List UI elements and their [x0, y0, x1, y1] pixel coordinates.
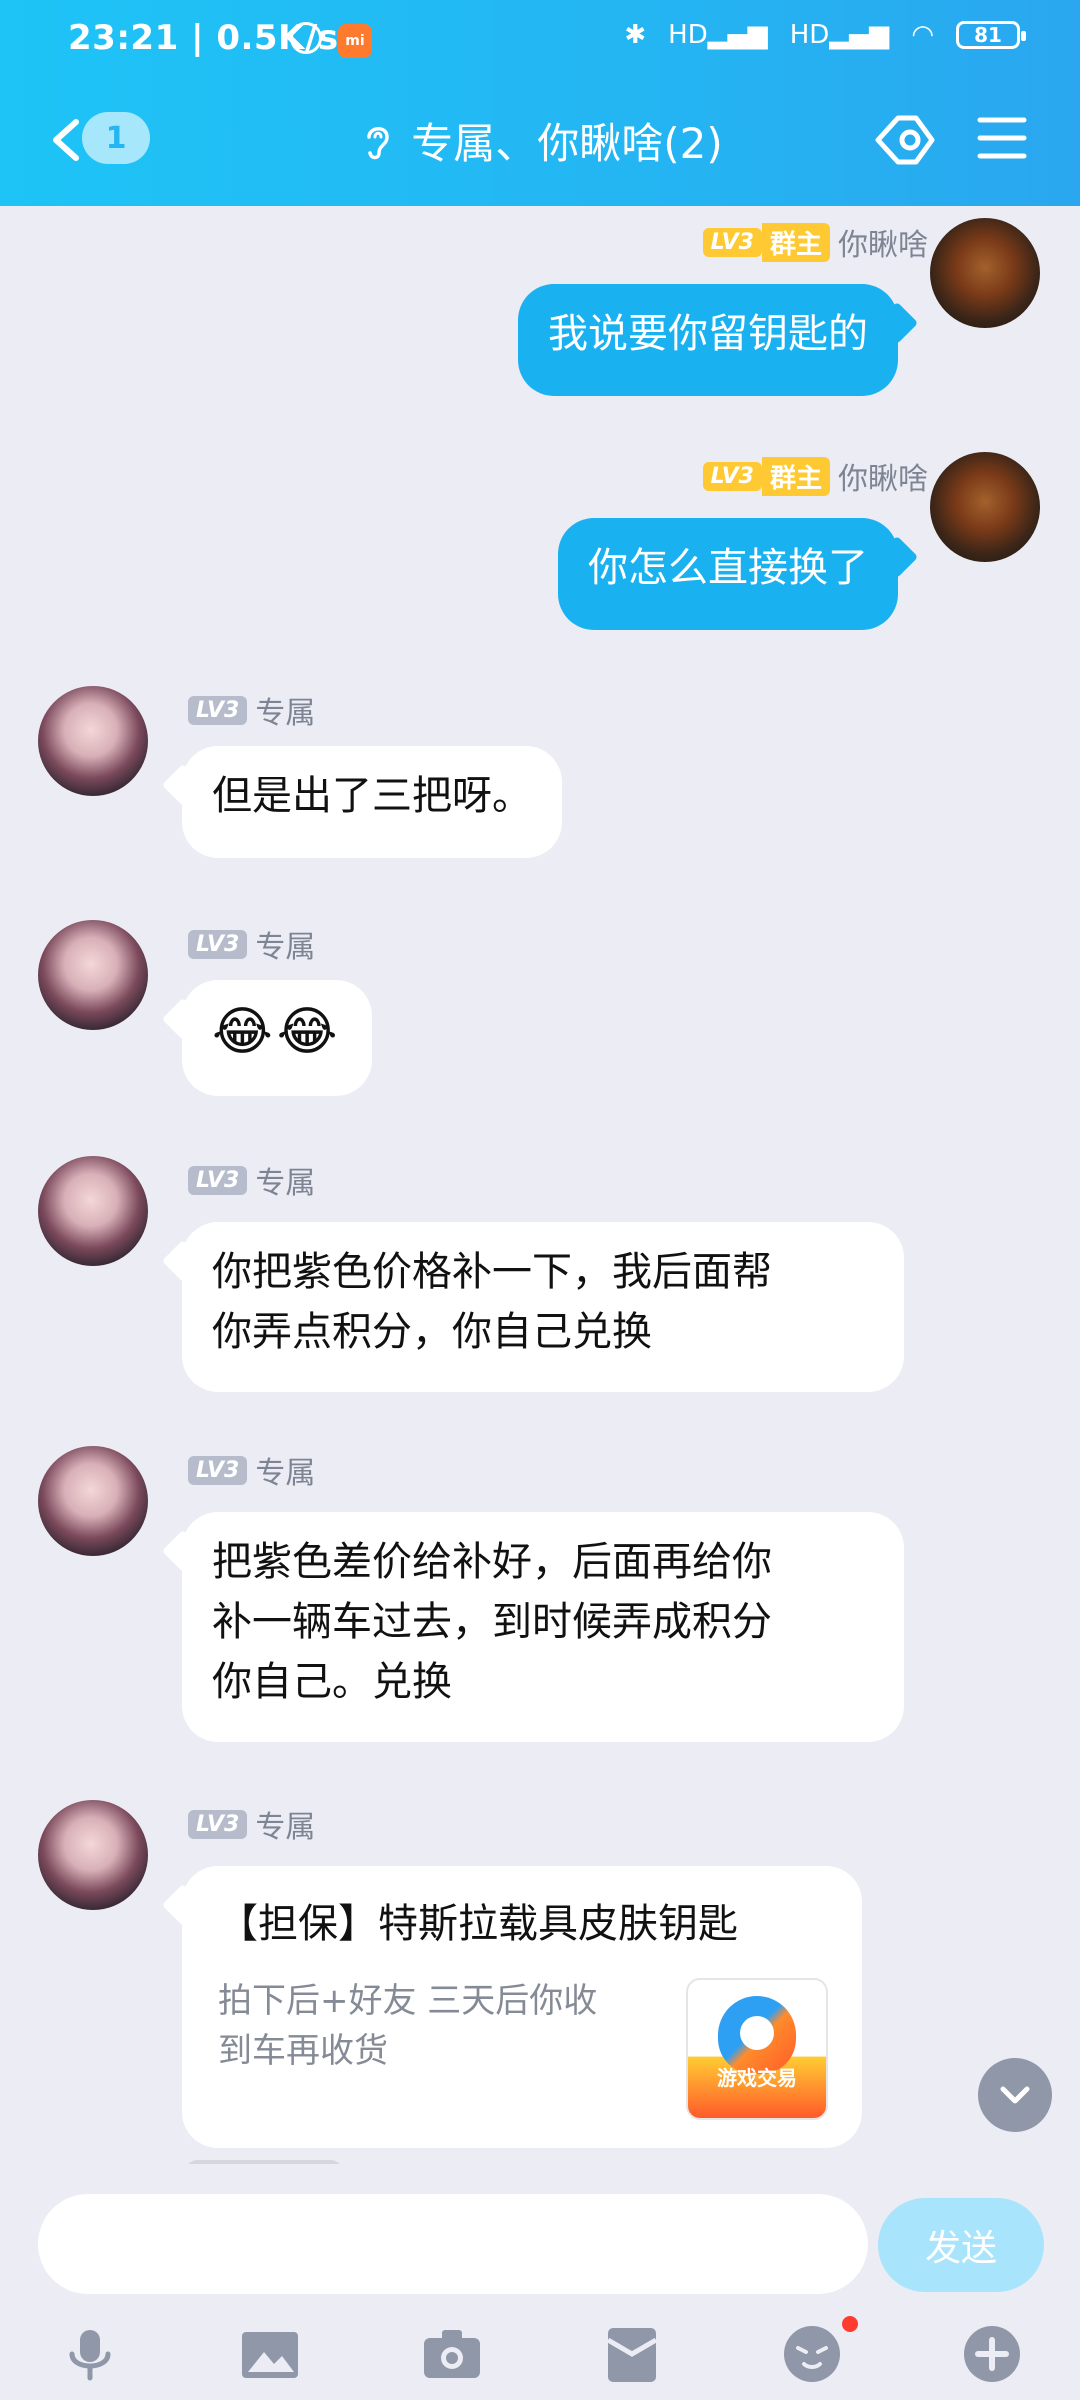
signal-icon: HD▂▄▆ — [668, 20, 768, 50]
avatar[interactable] — [38, 1800, 148, 1910]
image-icon — [242, 2332, 298, 2378]
avatar[interactable] — [38, 1156, 148, 1266]
sender-name[interactable]: 你瞅啥 — [838, 220, 928, 264]
level-badge: LV3 — [702, 227, 762, 257]
emoji-icon — [784, 2326, 840, 2382]
tag-icon — [875, 115, 935, 165]
avatar[interactable] — [38, 686, 148, 796]
level-badge: LV3 — [188, 1809, 248, 1839]
emoji-button[interactable] — [780, 2322, 844, 2386]
ear-icon — [367, 126, 390, 159]
mi-app-icon: mi — [338, 24, 372, 58]
avatar[interactable] — [930, 452, 1040, 562]
notification-dot — [842, 2316, 858, 2332]
sender-name[interactable]: 专属 — [255, 922, 315, 966]
sender-meta: LV3 专属 — [188, 1802, 315, 1846]
owner-badge: 群主 — [761, 222, 830, 262]
send-button[interactable]: 发送 — [878, 2198, 1044, 2292]
menu-button[interactable] — [974, 110, 1030, 166]
message-list[interactable]: LV3 群主 你瞅啥 我说要你留钥匙的 LV3 群主 你瞅啥 你怎么直接换了 L… — [0, 206, 1080, 2164]
voice-button[interactable] — [58, 2322, 122, 2386]
battery-level: 81 — [974, 23, 1002, 47]
emoji-message: 😂😂 — [212, 1002, 342, 1062]
message-bubble[interactable]: 把紫色差价给补好，后面再给你 补一辆车过去，到时候弄成积分 你自己。兑换 — [182, 1512, 904, 1742]
sender-meta: LV3 专属 — [188, 922, 315, 966]
message-line: 把紫色差价给补好，后面再给你 — [212, 1539, 772, 1585]
message-bubble[interactable]: 我说要你留钥匙的 — [518, 284, 898, 396]
sender-meta: LV3 专属 — [188, 688, 315, 732]
bluetooth-icon: ✱ — [624, 20, 647, 50]
red-packet-button[interactable] — [600, 2322, 664, 2386]
message-bubble[interactable]: 😂😂 — [182, 980, 372, 1096]
more-button[interactable] — [960, 2322, 1024, 2386]
message-line: 补一辆车过去，到时候弄成积分 — [212, 1599, 772, 1645]
message-text: 你怎么直接换了 — [588, 545, 868, 591]
camera-button[interactable] — [420, 2322, 484, 2386]
sender-name[interactable]: 你瞅啥 — [838, 454, 928, 498]
chevron-down-icon — [1000, 2086, 1030, 2104]
card-desc-line: 拍下后+好友 三天后你收 — [218, 1981, 598, 2021]
microphone-icon — [69, 2330, 111, 2381]
level-badge: LV3 — [188, 695, 248, 725]
sender-meta: LV3 专属 — [188, 1158, 315, 1202]
level-badge: LV3 — [188, 1455, 248, 1485]
message-bubble[interactable]: 你怎么直接换了 — [558, 518, 898, 630]
battery-icon: 81 — [956, 21, 1026, 49]
sender-name[interactable]: 专属 — [255, 688, 315, 732]
red-packet-icon — [606, 2328, 658, 2382]
sender-name[interactable]: 专属 — [255, 1802, 315, 1846]
avatar[interactable] — [38, 1446, 148, 1556]
message-bubble[interactable]: 但是出了三把呀。 — [182, 746, 562, 858]
alarm-icon — [290, 22, 322, 54]
wifi-icon: ◠ — [911, 20, 934, 50]
input-toolbar — [0, 2310, 1080, 2400]
signal-icon-2: HD▂▄▆ — [789, 20, 890, 50]
card-desc-line: 到车再收货 — [218, 2031, 388, 2071]
camera-icon — [424, 2330, 480, 2378]
input-bar: 发送 — [0, 2164, 1080, 2400]
plus-icon — [964, 2326, 1020, 2382]
image-button[interactable] — [238, 2322, 302, 2386]
hamburger-icon — [977, 117, 1027, 159]
avatar[interactable] — [38, 920, 148, 1030]
message-line: 你把紫色价格补一下，我后面帮 — [212, 1249, 772, 1295]
card-title: 【担保】特斯拉载具皮肤钥匙 — [218, 1894, 826, 1954]
owner-badge: 群主 — [761, 456, 830, 496]
message-line: 你弄点积分，你自己兑换 — [212, 1309, 652, 1355]
sender-meta: LV3 群主 你瞅啥 — [702, 220, 928, 264]
status-bar: 23:21 | 0.5K/s mi ✱ HD▂▄▆ HD▂▄▆ ◠ 81 — [0, 0, 1080, 84]
status-time-value: 23:21 — [68, 18, 179, 58]
level-badge: LV3 — [188, 1165, 248, 1195]
message-line: 你自己。兑换 — [212, 1659, 452, 1705]
title-bar: 1 专属、你瞅啥(2) — [0, 84, 1080, 206]
level-badge: LV3 — [702, 461, 762, 491]
chat-header: 23:21 | 0.5K/s mi ✱ HD▂▄▆ HD▂▄▆ ◠ 81 1 专… — [0, 0, 1080, 206]
avatar[interactable] — [930, 218, 1040, 328]
message-text: 但是出了三把呀。 — [212, 773, 532, 819]
sender-name[interactable]: 专属 — [255, 1448, 315, 1492]
scroll-to-bottom-button[interactable] — [978, 2058, 1052, 2132]
sender-name[interactable]: 专属 — [255, 1158, 315, 1202]
level-badge: LV3 — [188, 929, 248, 959]
message-text: 我说要你留钥匙的 — [548, 311, 868, 357]
sender-meta: LV3 群主 你瞅啥 — [702, 454, 928, 498]
network-type-1: HD — [668, 20, 708, 50]
logo-caption: 游戏交易 — [717, 2066, 797, 2090]
game-trade-logo: 游戏交易 — [686, 1978, 828, 2120]
sender-meta: LV3 专属 — [188, 1448, 315, 1492]
card-title-text: 【担保】特斯拉载具皮肤钥匙 — [218, 1901, 738, 1947]
status-right: ✱ HD▂▄▆ HD▂▄▆ ◠ 81 — [624, 20, 1026, 50]
share-card[interactable]: 【担保】特斯拉载具皮肤钥匙 拍下后+好友 三天后你收 到车再收货 游戏交易 — [182, 1866, 862, 2148]
network-type-2: HD — [789, 20, 830, 50]
message-input[interactable] — [38, 2194, 868, 2294]
card-description: 拍下后+好友 三天后你收 到车再收货 — [218, 1976, 648, 2076]
message-bubble[interactable]: 你把紫色价格补一下，我后面帮 你弄点积分，你自己兑换 — [182, 1222, 904, 1392]
group-apps-button[interactable] — [872, 110, 938, 170]
page-title: 专属、你瞅啥(2) — [411, 119, 723, 168]
